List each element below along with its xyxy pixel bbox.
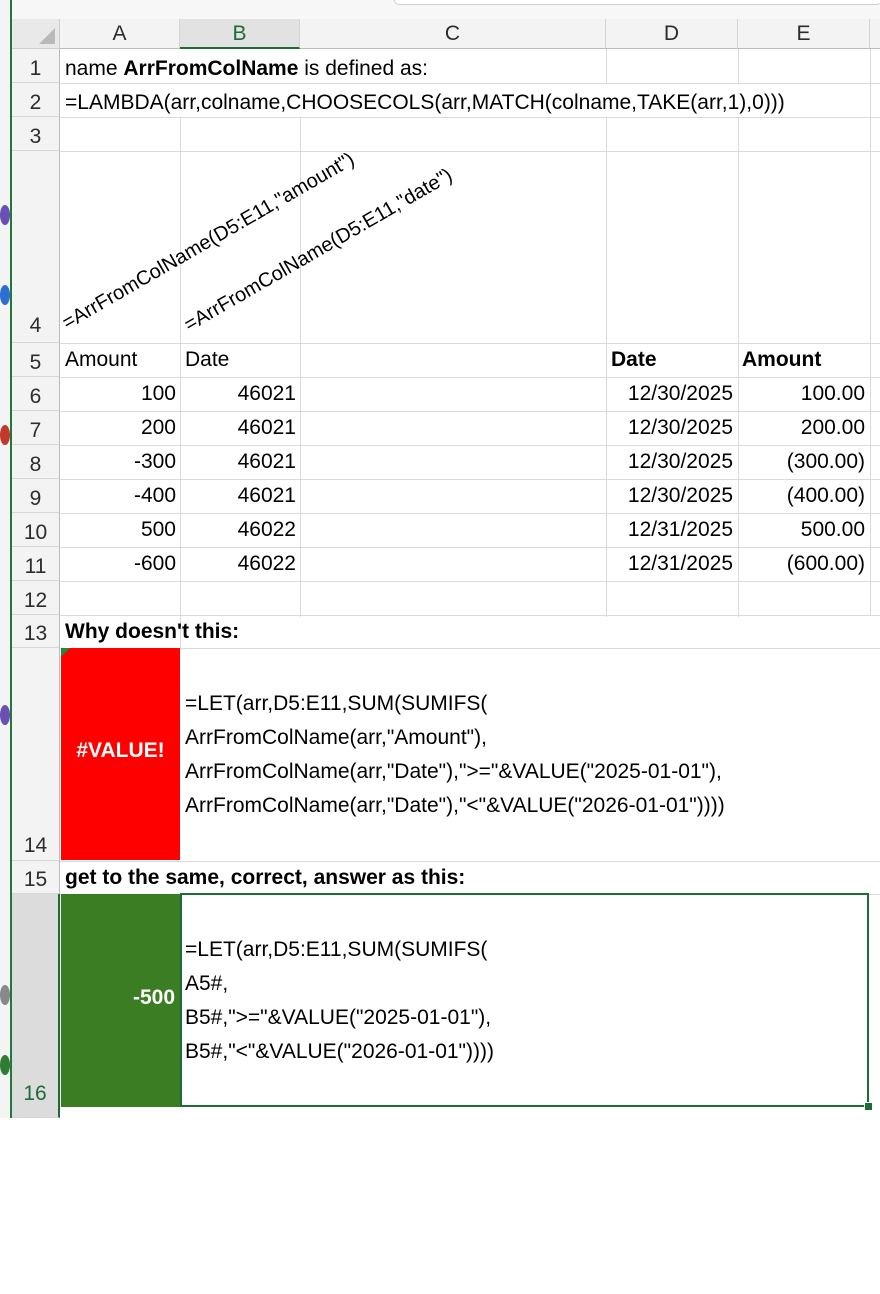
error-value: #VALUE! (76, 739, 165, 762)
cell-formatted-amount[interactable]: 500.00 (738, 513, 865, 547)
cell-a14-error[interactable]: #VALUE! (61, 648, 180, 860)
cell-a13[interactable]: Why doesn't this: (65, 615, 239, 649)
cell-formatted-amount[interactable]: 200.00 (738, 411, 865, 445)
row-header-16[interactable]: 16 (12, 894, 60, 1118)
select-all-icon (39, 28, 55, 44)
column-header-c[interactable]: C (300, 19, 606, 49)
cell-date[interactable]: 12/31/2025 (606, 513, 733, 547)
fill-handle[interactable] (864, 1102, 873, 1111)
background-window-artifact (0, 985, 10, 1005)
cell-amount[interactable]: 100 (60, 377, 176, 411)
formula-line: ArrFromColName(arr,"Date"),"<"&VALUE("20… (185, 794, 725, 817)
cell-amount[interactable]: 200 (60, 411, 176, 445)
cell-date[interactable]: 12/31/2025 (606, 547, 733, 581)
row-header-3[interactable]: 3 (12, 117, 60, 151)
gridline (870, 49, 871, 615)
cell-date[interactable]: 12/30/2025 (606, 377, 733, 411)
cell-date[interactable]: 12/30/2025 (606, 445, 733, 479)
row-header-7[interactable]: 7 (12, 411, 60, 445)
column-header-e[interactable]: E (738, 19, 870, 49)
row-header-12[interactable]: 12 (12, 581, 60, 615)
cell-a2[interactable]: =LAMBDA(arr,colname,CHOOSECOLS(arr,MATCH… (65, 86, 785, 120)
cell-formatted-amount[interactable]: (400.00) (738, 479, 865, 513)
gridline (60, 581, 880, 582)
row-header-4[interactable]: 4 (12, 151, 60, 343)
gridline (606, 49, 607, 83)
row-header-2[interactable]: 2 (12, 83, 60, 117)
cell-d5[interactable]: Date (611, 343, 657, 377)
cell-a1-suffix: is defined as: (298, 57, 429, 80)
formula-line: ArrFromColName(arr,"Amount"), (185, 726, 487, 749)
formula-bar-edge (394, 0, 880, 5)
background-window-artifact (0, 205, 10, 225)
cell-a16-result[interactable]: -500 (61, 894, 180, 1107)
cell-serial-date[interactable]: 46022 (180, 547, 296, 581)
row-header-6[interactable]: 6 (12, 377, 60, 411)
select-all-button[interactable] (12, 19, 60, 49)
cell-serial-date[interactable]: 46022 (180, 513, 296, 547)
cell-serial-date[interactable]: 46021 (180, 479, 296, 513)
formula-line: ArrFromColName(arr,"Date"),">="&VALUE("2… (185, 760, 722, 783)
row-header-11[interactable]: 11 (12, 547, 60, 581)
row-header-14[interactable]: 14 (12, 648, 60, 861)
column-header-a[interactable]: A (60, 19, 180, 49)
row-header-5[interactable]: 5 (12, 343, 60, 377)
cell-a1[interactable]: name ArrFromColName is defined as: (65, 52, 428, 86)
cell-a1-name: ArrFromColName (123, 57, 299, 80)
row-header-9[interactable]: 9 (12, 479, 60, 513)
cell-b5[interactable]: Date (185, 343, 229, 377)
toolbar-strip (12, 0, 880, 19)
cell-a5[interactable]: Amount (65, 343, 137, 377)
cell-amount[interactable]: -300 (60, 445, 176, 479)
cell-date[interactable]: 12/30/2025 (606, 479, 733, 513)
column-header-b[interactable]: B (180, 19, 300, 49)
row-header-8[interactable]: 8 (12, 445, 60, 479)
active-cell-selection[interactable] (180, 893, 869, 1107)
cell-formatted-amount[interactable]: (600.00) (738, 547, 865, 581)
gridline (60, 151, 880, 152)
cell-b14-formula[interactable]: =LET(arr,D5:E11,SUM(SUMIFS( ArrFromColNa… (185, 687, 725, 823)
cell-amount[interactable]: -400 (60, 479, 176, 513)
background-window-artifact (0, 705, 10, 725)
column-header-d[interactable]: D (606, 19, 738, 49)
result-value: -500 (132, 986, 175, 1009)
row-header-1[interactable]: 1 (12, 49, 60, 83)
row-header-13[interactable]: 13 (12, 615, 60, 648)
cell-e5[interactable]: Amount (742, 343, 821, 377)
row-header-15[interactable]: 15 (12, 861, 60, 894)
cell-amount[interactable]: -600 (60, 547, 176, 581)
background-window-artifact (0, 1055, 10, 1075)
window-left-edge (0, 0, 12, 1118)
cell-date[interactable]: 12/30/2025 (606, 411, 733, 445)
background-window-artifact (0, 285, 10, 305)
row-header-10[interactable]: 10 (12, 513, 60, 547)
formula-line: =LET(arr,D5:E11,SUM(SUMIFS( (185, 692, 488, 715)
cell-formatted-amount[interactable]: 100.00 (738, 377, 865, 411)
error-indicator-icon (61, 648, 70, 657)
background-window-artifact (0, 425, 10, 445)
cell-formatted-amount[interactable]: (300.00) (738, 445, 865, 479)
column-header-f[interactable] (870, 19, 880, 49)
gridline (738, 49, 739, 83)
cell-serial-date[interactable]: 46021 (180, 411, 296, 445)
cell-a15[interactable]: get to the same, correct, answer as this… (65, 861, 465, 895)
cell-a1-prefix: name (65, 57, 124, 80)
cell-amount[interactable]: 500 (60, 513, 176, 547)
cell-serial-date[interactable]: 46021 (180, 377, 296, 411)
cell-serial-date[interactable]: 46021 (180, 445, 296, 479)
